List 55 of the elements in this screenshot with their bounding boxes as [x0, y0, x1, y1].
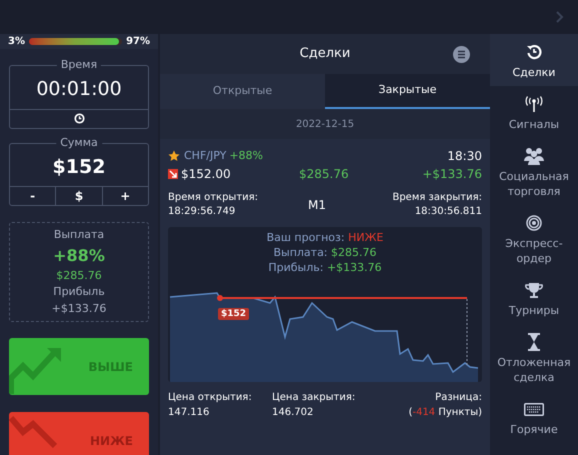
- open-price-label: Цена открытия:: [168, 391, 253, 405]
- trade-payout: $285.76: [299, 166, 349, 183]
- strike-price-badge: $152: [218, 308, 250, 320]
- asset-name: CHF/JPY: [184, 148, 226, 164]
- profit-text: Прибыль: +$133.76: [268, 260, 382, 275]
- tab[interactable]: Открытые: [160, 74, 325, 109]
- timeframe: M1: [308, 197, 326, 214]
- payout-percent: +88%: [53, 244, 105, 266]
- sentiment-high: 97%: [126, 35, 150, 49]
- history-icon: [526, 44, 542, 60]
- nav-item[interactable]: Экспресс-ордер: [490, 205, 578, 272]
- forecast-text: Ваш прогноз: НИЖЕ: [266, 230, 384, 245]
- star-icon[interactable]: [168, 150, 180, 162]
- people-icon: [523, 147, 545, 165]
- nav-item[interactable]: Горячие: [490, 391, 578, 443]
- nav-item[interactable]: Социальная торговля: [490, 138, 578, 205]
- tab[interactable]: Закрытые: [325, 74, 490, 109]
- trade-profit: +$133.76: [422, 166, 482, 183]
- nav-item[interactable]: Турниры: [490, 272, 578, 324]
- open-time-label: Время открытия:: [168, 191, 260, 205]
- difference-label: Разница:: [435, 391, 482, 405]
- panel-title: Сделки: [300, 45, 350, 64]
- trade-time: 18:30: [447, 148, 482, 165]
- clock-icon[interactable]: [74, 113, 84, 124]
- open-price: 147.116: [168, 406, 210, 420]
- nav-item[interactable]: Сделки: [490, 34, 578, 86]
- trophy-icon: [525, 282, 543, 298]
- asset-payout: +88%: [229, 148, 264, 164]
- open-time: 18:29:56.749: [168, 205, 236, 219]
- entry-point: [217, 295, 223, 301]
- amount-button[interactable]: +: [102, 187, 148, 205]
- nav-item[interactable]: Отложенная сделка: [490, 324, 578, 391]
- sentiment-low: 3%: [8, 35, 25, 49]
- payout-text: Выплата: $285.76: [273, 245, 377, 260]
- payout-amount: $285.76: [56, 268, 102, 284]
- amount-button[interactable]: $: [55, 187, 102, 205]
- close-price-label: Цена закрытия:: [272, 391, 356, 405]
- profit-label: Прибыль: [53, 284, 105, 300]
- trade-amount: $152.00: [181, 166, 232, 183]
- close-time: 18:30:56.811: [414, 205, 482, 219]
- close-time-label: Время закрытия:: [392, 191, 482, 205]
- payout-label: Выплата: [54, 227, 104, 243]
- expiry-line: [466, 298, 468, 368]
- list-icon[interactable]: [453, 46, 470, 62]
- arrow-down-icon: [168, 169, 178, 179]
- close-price: 146.702: [272, 406, 314, 420]
- target-icon: [526, 215, 542, 231]
- amount-button[interactable]: -: [10, 187, 56, 205]
- keyboard-icon: [524, 402, 544, 416]
- antenna-icon: [525, 96, 543, 112]
- hourglass-icon: [527, 333, 541, 351]
- difference-value: (-414 Пункты): [408, 406, 482, 420]
- nav-item[interactable]: Сигналы: [490, 86, 578, 138]
- date-label: 2022-12-15: [296, 118, 354, 132]
- profit-value: +$133.76: [52, 300, 106, 316]
